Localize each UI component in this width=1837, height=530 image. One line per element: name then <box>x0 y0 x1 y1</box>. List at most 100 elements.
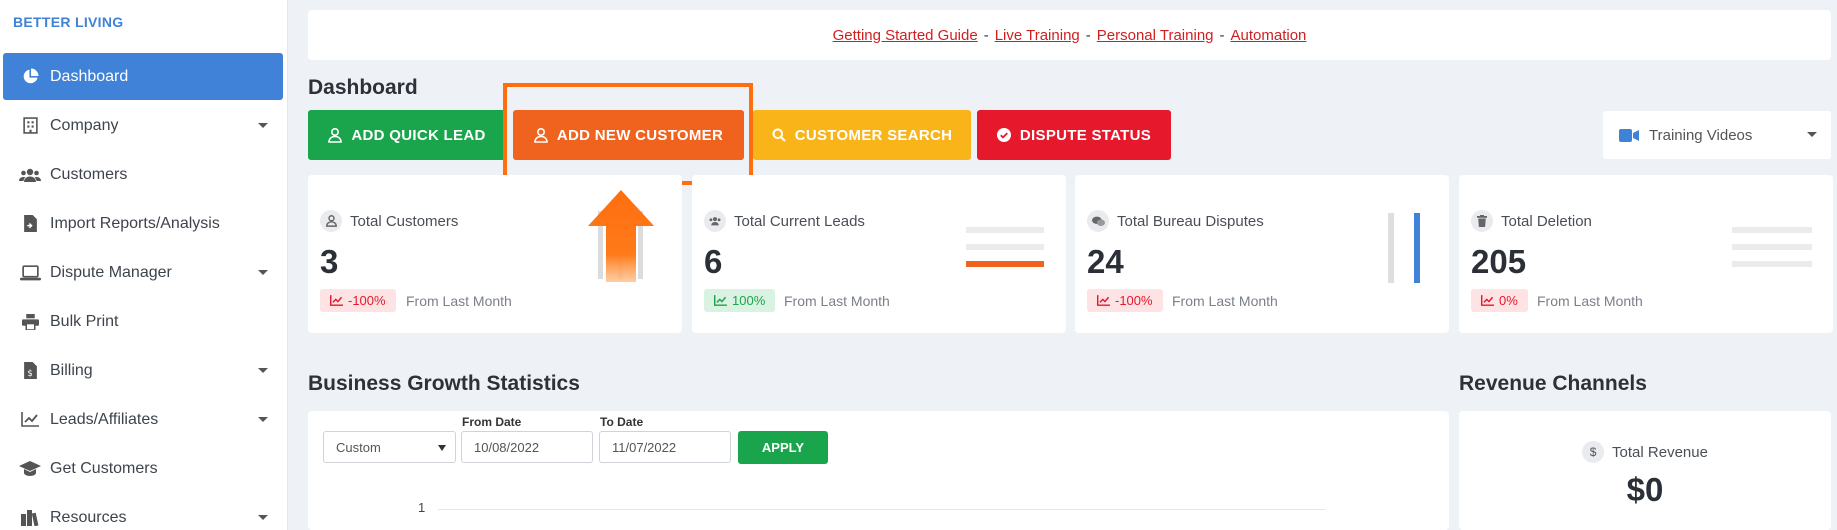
sidebar-nav: Dashboard Company Customers Import Repor… <box>0 44 287 530</box>
growth-panel: Custom From Date To Date APPLY 1 <box>308 411 1449 530</box>
chat-icon <box>1087 210 1109 232</box>
trend-icon <box>330 295 343 306</box>
file-import-icon <box>19 213 41 235</box>
highlight-box <box>503 83 753 185</box>
laptop-icon <box>19 262 41 284</box>
stat-change-value: 100% <box>732 293 766 308</box>
invoice-icon: $ <box>19 360 41 382</box>
sidebar: BETTER LIVING Dashboard Company Customer… <box>0 0 288 530</box>
stat-card-total-current-leads: Total Current Leads 6 100% From Last Mon… <box>692 175 1066 333</box>
button-label: DISPUTE STATUS <box>1019 126 1152 144</box>
stat-from-label: From Last Month <box>784 293 890 309</box>
link-automation[interactable]: Automation <box>1231 27 1307 44</box>
dollar-icon: $ <box>1582 441 1605 463</box>
sidebar-item-billing[interactable]: $ Billing <box>3 347 283 394</box>
sidebar-item-label: Billing <box>50 361 93 379</box>
sidebar-item-label: Resources <box>50 508 127 526</box>
trend-icon <box>714 295 727 306</box>
user-icon <box>320 210 342 232</box>
page-title: Dashboard <box>308 76 418 99</box>
total-revenue-value: $0 <box>1626 471 1664 508</box>
revenue-panel: $ Total Revenue $0 <box>1459 411 1831 530</box>
trend-icon <box>1481 295 1494 306</box>
stat-change-value: -100% <box>1115 293 1153 308</box>
sparkline <box>966 227 1044 267</box>
from-date-label: From Date <box>462 415 522 429</box>
search-icon <box>772 128 786 142</box>
line-chart-icon <box>19 409 41 431</box>
user-icon <box>328 127 343 143</box>
sidebar-item-leads-affiliates[interactable]: Leads/Affiliates <box>3 396 283 443</box>
to-date-input[interactable] <box>599 431 731 463</box>
customer-search-button[interactable]: CUSTOMER SEARCH <box>753 110 971 160</box>
video-camera-icon <box>1619 128 1639 142</box>
stat-change-value: -100% <box>348 293 386 308</box>
total-revenue-label: Total Revenue <box>1612 443 1708 461</box>
link-live-training[interactable]: Live Training <box>995 27 1080 44</box>
stat-card-total-bureau-disputes: Total Bureau Disputes 24 -100% From Last… <box>1075 175 1449 333</box>
sparkline <box>1732 227 1812 267</box>
revenue-section-title: Revenue Channels <box>1459 372 1647 395</box>
stat-from-label: From Last Month <box>406 293 512 309</box>
range-select[interactable]: Custom <box>323 431 456 463</box>
users-icon <box>704 210 726 232</box>
sidebar-item-customers[interactable]: Customers <box>3 151 283 198</box>
chart-gridline <box>438 509 1325 510</box>
stat-value: 205 <box>1471 243 1527 280</box>
trash-icon <box>1471 210 1493 232</box>
sidebar-item-label: Bulk Print <box>50 312 119 330</box>
printer-icon <box>19 311 41 333</box>
sidebar-item-label: Leads/Affiliates <box>50 410 159 428</box>
add-quick-lead-button[interactable]: ADD QUICK LEAD <box>308 110 506 160</box>
chevron-down-icon <box>1807 132 1817 137</box>
building-icon <box>19 115 41 137</box>
chevron-down-icon <box>438 445 446 451</box>
sidebar-item-label: Dashboard <box>50 67 129 85</box>
arrow-up-icon <box>588 190 654 282</box>
sidebar-item-get-customers[interactable]: Get Customers <box>3 445 283 492</box>
sidebar-item-company[interactable]: Company <box>3 102 283 149</box>
sidebar-item-dispute-manager[interactable]: Dispute Manager <box>3 249 283 296</box>
brand-logo[interactable]: BETTER LIVING <box>0 0 287 44</box>
svg-text:$: $ <box>27 369 32 379</box>
sidebar-item-label: Customers <box>50 165 128 183</box>
growth-section-title: Business Growth Statistics <box>308 372 580 395</box>
stat-change-badge: -100% <box>320 289 396 312</box>
button-label: CUSTOMER SEARCH <box>794 126 953 144</box>
dispute-status-button[interactable]: DISPUTE STATUS <box>977 110 1171 160</box>
link-separator: - <box>983 26 989 44</box>
check-circle-icon <box>996 128 1011 142</box>
sidebar-item-import-reports[interactable]: Import Reports/Analysis <box>3 200 283 247</box>
to-date-label: To Date <box>600 415 644 429</box>
sidebar-item-bulk-print[interactable]: Bulk Print <box>3 298 283 345</box>
stat-value: 3 <box>320 243 339 280</box>
sidebar-item-dashboard[interactable]: Dashboard <box>3 53 283 100</box>
from-date-input[interactable] <box>461 431 593 463</box>
training-videos-label: Training Videos <box>1649 126 1753 144</box>
apply-button[interactable]: APPLY <box>738 431 828 464</box>
link-personal-training[interactable]: Personal Training <box>1097 27 1214 44</box>
link-separator: - <box>1219 26 1225 44</box>
stat-title: Total Current Leads <box>734 212 865 230</box>
books-icon <box>19 507 41 529</box>
sparkline <box>1388 213 1420 283</box>
button-label: ADD QUICK LEAD <box>351 126 486 144</box>
pie-chart-icon <box>19 66 41 88</box>
link-getting-started-guide[interactable]: Getting Started Guide <box>833 27 978 44</box>
stat-change-badge: -100% <box>1087 289 1163 312</box>
trend-icon <box>1097 295 1110 306</box>
y-axis-tick: 1 <box>418 500 426 515</box>
stat-change-badge: 100% <box>704 289 776 312</box>
range-select-value: Custom <box>336 439 381 455</box>
training-videos-dropdown[interactable]: Training Videos <box>1603 111 1831 159</box>
users-icon <box>19 164 41 186</box>
sidebar-item-label: Get Customers <box>50 459 158 477</box>
chevron-down-icon <box>258 515 268 520</box>
stat-title: Total Bureau Disputes <box>1117 212 1264 230</box>
sidebar-item-resources[interactable]: Resources <box>3 494 283 530</box>
sidebar-item-label: Dispute Manager <box>50 263 172 281</box>
stat-title: Total Customers <box>350 212 459 230</box>
sidebar-item-label: Company <box>50 116 119 134</box>
help-links-bar: Getting Started Guide - Live Training - … <box>308 10 1831 60</box>
graduation-cap-icon <box>19 458 41 480</box>
